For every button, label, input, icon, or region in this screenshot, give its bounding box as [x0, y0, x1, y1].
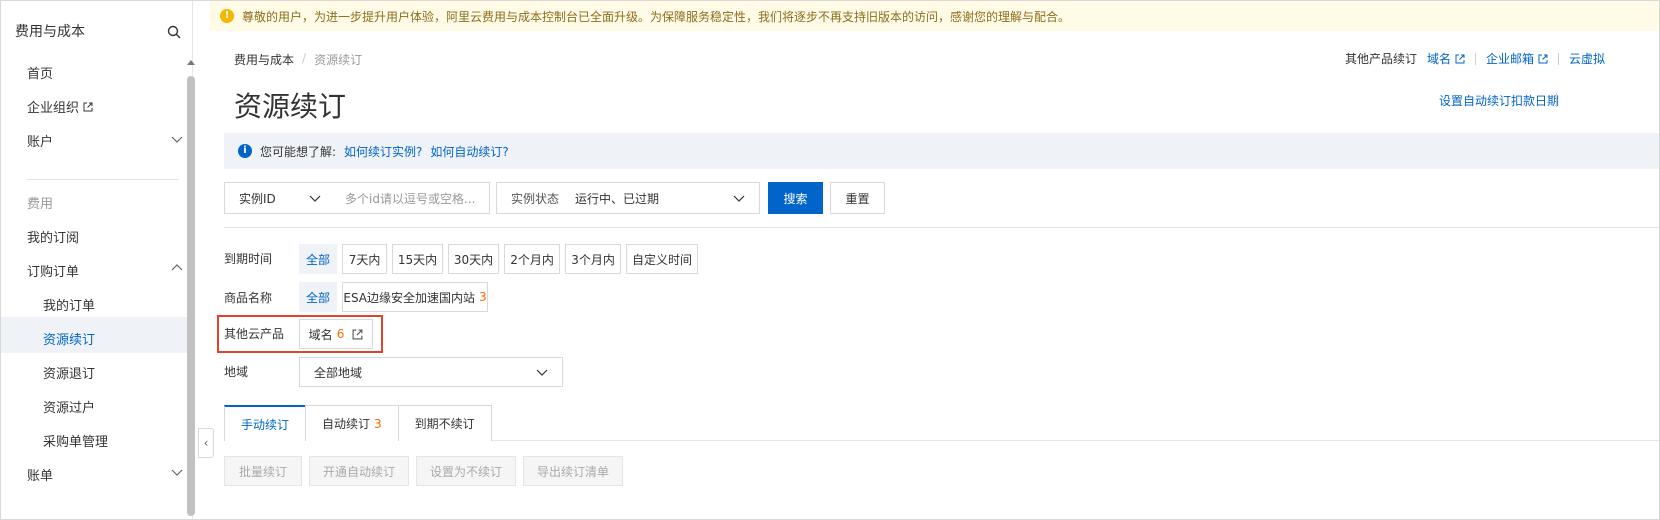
expiry-3m[interactable]: 3个月内 [565, 244, 621, 274]
help-info-bar: i 您可能想了解: 如何续订实例? 如何自动续订? [224, 133, 1659, 169]
how-to-auto-renew-link[interactable]: 如何自动续订? [430, 143, 508, 160]
other-products-label: 其他产品续订 [1345, 52, 1418, 66]
batch-renew-button[interactable]: 批量续订 [224, 456, 302, 486]
expiry-all[interactable]: 全部 [299, 244, 337, 274]
page-title: 资源续订 [234, 90, 347, 123]
how-to-renew-link[interactable]: 如何续订实例? [344, 143, 422, 160]
state-label: 实例状态 [511, 191, 560, 206]
info-icon: i [238, 144, 252, 158]
expiry-custom[interactable]: 自定义时间 [626, 244, 698, 274]
sidebar-item-subscriptions[interactable]: 我的订阅 [27, 227, 79, 246]
scrollbar-thumb[interactable] [187, 76, 195, 516]
sidebar-group-fees: 费用 [27, 197, 54, 212]
main-content: ! 尊敬的用户，为进一步提升用户体验，阿里云费用与成本控制台已全面升级。为保障服… [210, 1, 1659, 519]
other-domain-tag[interactable]: 域名 6 [299, 319, 373, 349]
set-auto-renew-date-link[interactable]: 设置自动续订扣款日期 [1439, 92, 1559, 109]
external-link-icon [1455, 54, 1465, 63]
upgrade-notice: ! 尊敬的用户，为进一步提升用户体验，阿里云费用与成本控制台已全面升级。为保障服… [210, 1, 1659, 31]
reset-button[interactable]: 重置 [830, 182, 885, 214]
tab-manual-renewal[interactable]: 手动续订 [224, 405, 307, 441]
instance-id-filter: 实例ID 多个id请以逗号或空格... [224, 182, 490, 214]
sidebar-item-orders[interactable]: 订购订单 [27, 261, 79, 280]
domain-link[interactable]: 域名 [1427, 50, 1465, 67]
sidebar-item-enterprise-org[interactable]: 企业组织 [27, 97, 93, 116]
product-all[interactable]: 全部 [299, 282, 337, 312]
other-products-renewal: 其他产品续订 域名 企业邮箱 云虚拟 [1345, 50, 1605, 67]
id-type-select[interactable]: 实例ID [225, 190, 335, 207]
sidebar-item-account[interactable]: 账户 [27, 131, 53, 150]
sidebar-item-resource-unsubscribe[interactable]: 资源退订 [43, 363, 95, 382]
sidebar-active-highlight [1, 317, 192, 353]
export-renewal-list-button[interactable]: 导出续订清单 [523, 456, 623, 486]
sidebar-item-bills[interactable]: 账单 [27, 465, 53, 484]
search-button[interactable]: 搜索 [768, 182, 823, 214]
enable-auto-renew-button[interactable]: 开通自动续订 [309, 456, 409, 486]
chevron-down-icon [733, 195, 745, 202]
auto-renewal-count: 3 [374, 416, 382, 431]
instance-state-select[interactable]: 实例状态 运行中、已过期 [496, 182, 760, 214]
warning-icon: ! [220, 9, 234, 23]
chevron-down-icon [309, 195, 321, 202]
tab-auto-renewal[interactable]: 自动续订 3 [305, 405, 399, 441]
region-label: 地域 [224, 365, 249, 379]
breadcrumb-current: 资源续订 [314, 53, 363, 67]
sidebar-item-purchase-management[interactable]: 采购单管理 [43, 431, 108, 450]
external-link-icon [352, 329, 363, 339]
sidebar-item-home[interactable]: 首页 [27, 63, 53, 82]
sidebar: 费用与成本 首页 企业组织 账户 费用 我的订阅 订购订单 我的订单 资源续订 … [1, 1, 193, 519]
enterprise-mail-link[interactable]: 企业邮箱 [1486, 50, 1548, 67]
set-no-renew-button[interactable]: 设置为不续订 [416, 456, 516, 486]
expiry-7d[interactable]: 7天内 [342, 244, 387, 274]
expiry-15d[interactable]: 15天内 [392, 244, 443, 274]
product-label: 商品名称 [224, 291, 273, 305]
info-prefix: 您可能想了解: [260, 144, 337, 159]
divider [224, 227, 1659, 228]
breadcrumb: 费用与成本 / 资源续订 [234, 51, 363, 68]
sidebar-item-my-orders[interactable]: 我的订单 [43, 295, 95, 314]
product-esa[interactable]: ESA边缘安全加速国内站 3 [342, 282, 488, 312]
domain-count: 6 [336, 327, 345, 341]
notice-text: 尊敬的用户，为进一步提升用户体验，阿里云费用与成本控制台已全面升级。为保障服务稳… [242, 9, 1071, 24]
external-link-icon [83, 102, 93, 111]
state-value: 运行中、已过期 [575, 191, 660, 206]
sidebar-item-resource-transfer[interactable]: 资源过户 [43, 397, 95, 416]
chevron-down-icon [536, 369, 548, 376]
scroll-up-arrow[interactable] [187, 60, 195, 65]
sidebar-item-resource-renewal[interactable]: 资源续订 [43, 329, 95, 348]
expiry-label: 到期时间 [224, 252, 273, 266]
expiry-2m[interactable]: 2个月内 [504, 244, 560, 274]
sidebar-title: 费用与成本 [15, 24, 85, 40]
sidebar-scrollbar[interactable] [186, 60, 196, 518]
chevron-down-icon [171, 469, 183, 476]
sidebar-divider [27, 179, 179, 180]
tab-no-renewal[interactable]: 到期不续订 [397, 405, 492, 441]
expiry-30d[interactable]: 30天内 [448, 244, 499, 274]
product-count: 3 [479, 290, 487, 304]
chevron-up-icon [171, 264, 183, 271]
search-icon[interactable] [167, 25, 181, 39]
chevron-down-icon [171, 136, 183, 143]
instance-id-input[interactable]: 多个id请以逗号或空格... [335, 190, 475, 207]
breadcrumb-item[interactable]: 费用与成本 [234, 51, 294, 68]
virtual-host-link[interactable]: 云虚拟 [1569, 50, 1605, 67]
region-select[interactable]: 全部地域 [299, 357, 563, 387]
other-products-row-label: 其他云产品 [224, 327, 285, 341]
renewal-tabs: 手动续订 自动续订 3 到期不续订 [224, 405, 492, 441]
external-link-icon [1538, 54, 1548, 63]
